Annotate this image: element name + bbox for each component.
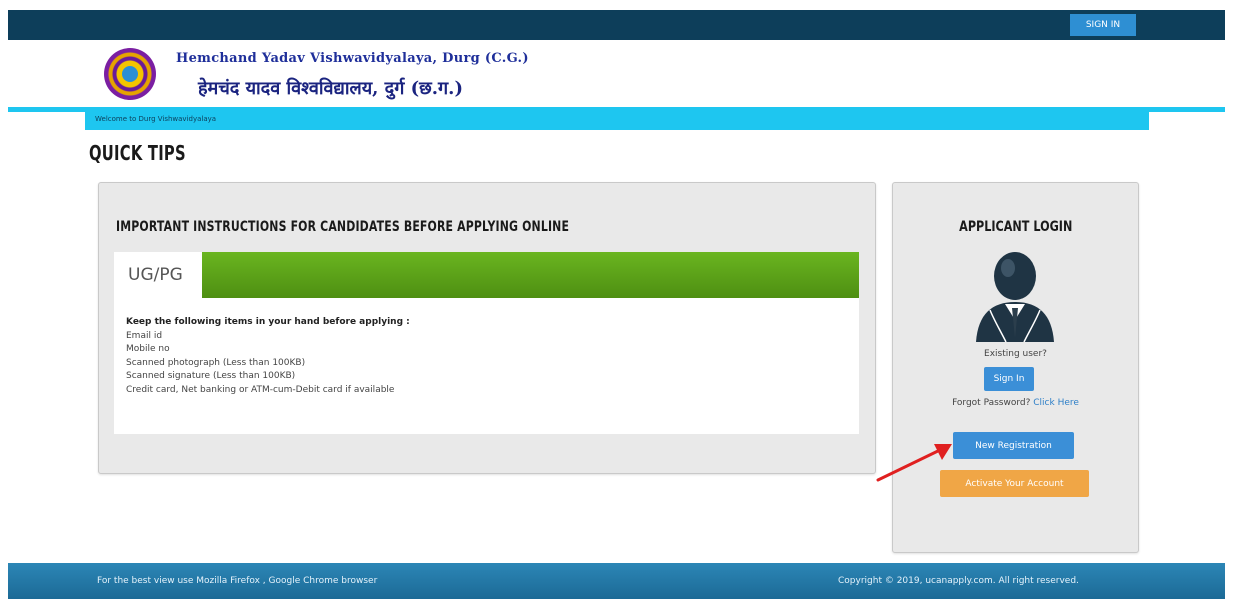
user-avatar-icon xyxy=(976,252,1054,342)
forgot-password: Forgot Password? Click Here xyxy=(892,398,1139,408)
list-item: Credit card, Net banking or ATM-cum-Debi… xyxy=(126,384,395,395)
university-logo xyxy=(104,48,156,100)
forgot-password-text: Forgot Password? xyxy=(952,398,1031,408)
page-title: QUICK TIPS xyxy=(89,141,186,165)
login-heading: APPLICANT LOGIN xyxy=(892,219,1139,235)
footer-browser-note: For the best view use Mozilla Firefox , … xyxy=(97,576,378,586)
list-item: Mobile no xyxy=(126,344,170,354)
list-item: Scanned signature (Less than 100KB) xyxy=(126,371,296,381)
page: SIGN IN Hemchand Yadav Vishwavidyalaya, … xyxy=(0,0,1233,599)
new-registration-button[interactable]: New Registration xyxy=(953,432,1074,459)
university-name-english[interactable]: Hemchand Yadav Vishwavidyalaya, Durg (C.… xyxy=(176,51,529,66)
list-item: Scanned photograph (Less than 100KB) xyxy=(126,357,306,368)
welcome-strip xyxy=(85,112,1149,130)
existing-user-label: Existing user? xyxy=(984,349,1047,359)
activate-account-button[interactable]: Activate Your Account xyxy=(940,470,1089,497)
tab-ug-pg[interactable]: UG/PG xyxy=(114,252,202,298)
instructions-lead: Keep the following items in your hand be… xyxy=(126,317,410,327)
tab-header-bar xyxy=(202,252,859,298)
top-signin-button[interactable]: SIGN IN xyxy=(1070,14,1136,36)
list-item: Email id xyxy=(126,330,163,341)
university-name-hindi: हेमचंद यादव विश्वविद्यालय, दुर्ग (छ.ग.) xyxy=(198,78,463,99)
login-heading-text: APPLICANT LOGIN xyxy=(958,219,1073,235)
forgot-password-link[interactable]: Click Here xyxy=(1033,398,1079,408)
instructions-list: Keep the following items in your hand be… xyxy=(126,316,410,397)
signin-button[interactable]: Sign In xyxy=(984,367,1034,391)
instructions-heading: IMPORTANT INSTRUCTIONS FOR CANDIDATES BE… xyxy=(116,219,570,235)
welcome-text: Welcome to Durg Vishwavidyalaya xyxy=(95,115,217,123)
annotation-arrow-icon xyxy=(876,444,952,482)
top-bar xyxy=(8,10,1225,40)
footer-copyright: Copyright © 2019, ucanapply.com. All rig… xyxy=(838,576,1079,586)
